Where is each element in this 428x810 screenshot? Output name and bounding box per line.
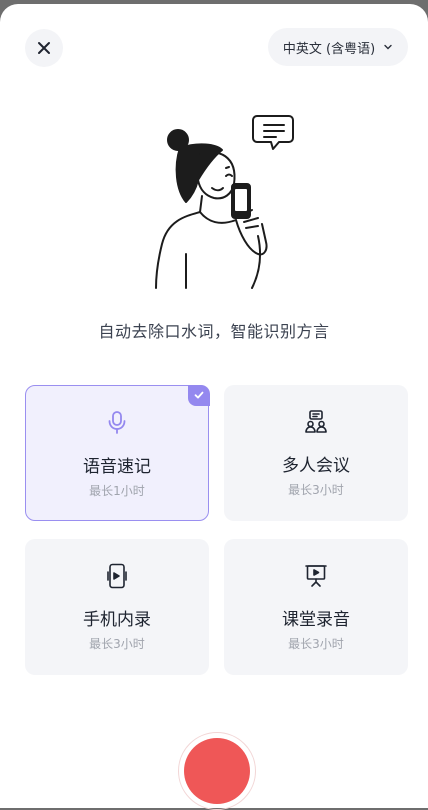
mode-duration: 最长3小时 — [288, 637, 344, 651]
chevron-down-icon — [384, 44, 392, 50]
recording-sheet: 中英文 (含粤语) 自动去除口水词，智能识别方言 语音速记 最长1小时 多人会议… — [0, 4, 428, 810]
mode-card-meeting[interactable]: 多人会议 最长3小时 — [224, 385, 408, 521]
meeting-people-icon — [305, 410, 327, 433]
mode-duration: 最长1小时 — [89, 484, 145, 498]
mode-title: 课堂录音 — [282, 610, 350, 630]
check-icon — [194, 391, 203, 399]
microphone-icon — [108, 411, 126, 434]
mode-card-classroom[interactable]: 课堂录音 最长3小时 — [224, 539, 408, 675]
mode-duration: 最长3小时 — [288, 483, 344, 497]
mode-title: 手机内录 — [83, 610, 151, 630]
mode-title: 语音速记 — [83, 457, 151, 477]
mode-card-voice-notes[interactable]: 语音速记 最长1小时 — [25, 384, 210, 521]
language-label: 中英文 (含粤语) — [282, 41, 376, 57]
mode-duration: 最长3小时 — [89, 637, 145, 651]
close-button[interactable] — [25, 29, 63, 67]
mode-title: 多人会议 — [282, 456, 350, 476]
mode-card-phone-record[interactable]: 手机内录 最长3小时 — [25, 539, 209, 675]
record-button-core — [184, 738, 250, 804]
woman-on-phone-illustration — [155, 115, 294, 289]
record-button[interactable] — [178, 732, 256, 810]
feature-subtitle: 自动去除口水词，智能识别方言 — [98, 322, 330, 341]
presentation-board-icon — [305, 565, 327, 587]
close-icon — [38, 42, 50, 54]
phone-recording-icon — [107, 563, 127, 589]
selected-check-badge — [187, 384, 210, 406]
language-selector[interactable]: 中英文 (含粤语) — [268, 28, 408, 66]
